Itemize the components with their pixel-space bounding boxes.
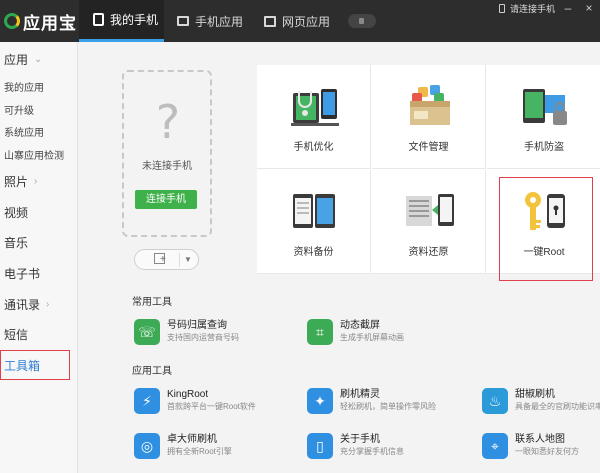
tool-file-manager[interactable]: 文件管理 xyxy=(372,65,486,169)
divider xyxy=(179,253,180,267)
tool-label: 手机防盗 xyxy=(524,142,564,153)
phones-backup-icon xyxy=(293,194,335,228)
add-device-control[interactable]: ▼ xyxy=(134,249,199,270)
web-tab-icon xyxy=(264,15,276,27)
tool-desc: 生成手机屏幕动画 xyxy=(340,333,404,342)
tool-phone-optimize[interactable]: 手机优化 xyxy=(257,65,371,169)
sidebar-item-contacts[interactable]: 通讯录 › xyxy=(4,296,49,313)
chevron-down-icon: ⌄ xyxy=(34,54,43,65)
tool-pepper-flash[interactable]: ♨ 甜椒刷机 具备最全的官刷功能识率 xyxy=(482,388,600,414)
app-tools-title: 应用工具 xyxy=(132,366,172,377)
phone-query-icon: ☏ xyxy=(134,319,160,345)
tool-desc: 首款跨平台一键Root软件 xyxy=(167,402,256,411)
sidebar-item-upgradable[interactable]: 可升级 xyxy=(4,102,34,117)
phone-lock-icon xyxy=(523,89,567,125)
sidebar-item-my-apps[interactable]: 我的应用 xyxy=(4,79,44,94)
tool-name: 刷机精灵 xyxy=(340,389,380,400)
connect-hint[interactable]: 请连接手机 xyxy=(499,2,555,15)
app-title: 应用宝 xyxy=(23,13,77,33)
app-logo: 应用宝 xyxy=(0,0,78,42)
tool-desc: 充分掌握手机信息 xyxy=(340,447,404,456)
tab-phone-apps[interactable]: 手机应用 xyxy=(177,0,257,42)
top-bar: 应用宝 我的手机 手机应用 网页应用 请连接手机 – × xyxy=(0,0,600,42)
tool-flash-wizard[interactable]: ✦ 刷机精灵 轻松刷机，简单操作零风险 xyxy=(307,388,436,414)
phone-icon xyxy=(499,4,505,13)
tool-desc: 轻松刷机，简单操作零风险 xyxy=(340,402,436,411)
phone-icon xyxy=(93,13,104,26)
app-tab-icon xyxy=(177,16,189,26)
sidebar: 应用 ⌄ 我的应用 可升级 系统应用 山寨应用检测 照片 › 视频 音乐 电子书… xyxy=(0,42,78,473)
tool-kingroot[interactable]: ⚡ KingRoot 首款跨平台一键Root软件 xyxy=(134,388,256,414)
tool-desc: 拥有全新Root引擎 xyxy=(167,447,232,456)
chevron-down-icon[interactable]: ▼ xyxy=(184,255,192,264)
tool-contact-map[interactable]: ⌖ 联系人地图 一眼知悉好友何方 xyxy=(482,433,579,459)
tool-label: 文件管理 xyxy=(408,142,449,153)
common-tools-title: 常用工具 xyxy=(132,297,172,308)
tool-name: 甜椒刷机 xyxy=(515,389,555,400)
tab-label: 网页应用 xyxy=(282,14,331,29)
stethoscope-phone-icon xyxy=(291,89,339,126)
sidebar-item-apps[interactable]: 应用 ⌄ xyxy=(4,51,42,68)
tool-number-lookup[interactable]: ☏ 号码归属查询 支持国内运营商号码 xyxy=(134,319,239,345)
about-phone-icon: ▯ xyxy=(307,433,333,459)
sidebar-item-system-apps[interactable]: 系统应用 xyxy=(4,124,44,139)
kingroot-icon: ⚡ xyxy=(134,388,160,414)
tool-label: 资料还原 xyxy=(408,247,449,258)
tool-name: 关于手机 xyxy=(340,434,380,445)
toolbox-highlight-box xyxy=(0,350,70,380)
document-restore-icon xyxy=(406,194,454,226)
tool-label: 手机优化 xyxy=(293,142,334,153)
tool-about-phone[interactable]: ▯ 关于手机 充分掌握手机信息 xyxy=(307,433,404,459)
contact-map-icon: ⌖ xyxy=(482,433,508,459)
tool-name: 号码归属查询 xyxy=(167,320,227,331)
device-status: 未连接手机 xyxy=(142,161,192,172)
sidebar-item-label: 通讯录 xyxy=(4,298,41,312)
root-highlight-box xyxy=(499,177,593,281)
tab-my-phone[interactable]: 我的手机 xyxy=(79,0,164,42)
tool-name: KingRoot xyxy=(167,389,209,400)
master-flash-icon: ◎ xyxy=(134,433,160,459)
screenshot-icon: ⌗ xyxy=(307,319,333,345)
tool-desc: 一眼知悉好友何方 xyxy=(515,447,579,456)
tab-label: 我的手机 xyxy=(110,13,159,27)
sidebar-item-photos[interactable]: 照片 › xyxy=(4,173,37,190)
minimize-icon[interactable]: – xyxy=(561,1,575,15)
connect-phone-button[interactable]: 连接手机 xyxy=(135,190,197,209)
flash-wizard-icon: ✦ xyxy=(307,388,333,414)
logo-icon xyxy=(4,13,20,29)
tool-desc: 具备最全的官刷功能识率 xyxy=(515,402,600,411)
pepper-flash-icon: ♨ xyxy=(482,388,508,414)
chevron-right-icon: › xyxy=(46,299,50,310)
tool-data-backup[interactable]: 资料备份 xyxy=(257,170,371,274)
tool-dynamic-screenshot[interactable]: ⌗ 动态截屏 生成手机屏幕动画 xyxy=(307,319,404,345)
tool-anti-theft[interactable]: 手机防盗 xyxy=(487,65,600,169)
tool-master-flash[interactable]: ◎ 卓大师刷机 拥有全新Root引擎 xyxy=(134,433,232,459)
tool-desc: 支持国内运营商号码 xyxy=(167,333,239,342)
sidebar-item-label: 应用 xyxy=(4,53,29,67)
chevron-right-icon: › xyxy=(34,176,38,187)
tool-name: 卓大师刷机 xyxy=(167,434,217,445)
close-icon[interactable]: × xyxy=(582,1,596,15)
download-indicator[interactable] xyxy=(348,14,376,28)
question-mark-icon: ? xyxy=(155,95,181,149)
tool-name: 动态截屏 xyxy=(340,320,380,331)
tab-web-apps[interactable]: 网页应用 xyxy=(264,0,344,42)
tab-label: 手机应用 xyxy=(195,14,244,29)
sidebar-item-ebooks[interactable]: 电子书 xyxy=(4,265,40,282)
sidebar-item-label: 照片 xyxy=(4,175,29,189)
sidebar-item-videos[interactable]: 视频 xyxy=(4,204,28,221)
tool-name: 联系人地图 xyxy=(515,434,565,445)
connect-hint-label: 请连接手机 xyxy=(510,4,556,14)
sidebar-item-music[interactable]: 音乐 xyxy=(4,234,28,251)
file-box-icon xyxy=(410,85,450,125)
tool-label: 资料备份 xyxy=(293,247,334,258)
sidebar-item-sms[interactable]: 短信 xyxy=(4,326,28,343)
sidebar-item-fake-app-check[interactable]: 山寨应用检测 xyxy=(4,147,64,162)
add-icon[interactable] xyxy=(154,253,166,265)
tool-data-restore[interactable]: 资料还原 xyxy=(372,170,486,274)
